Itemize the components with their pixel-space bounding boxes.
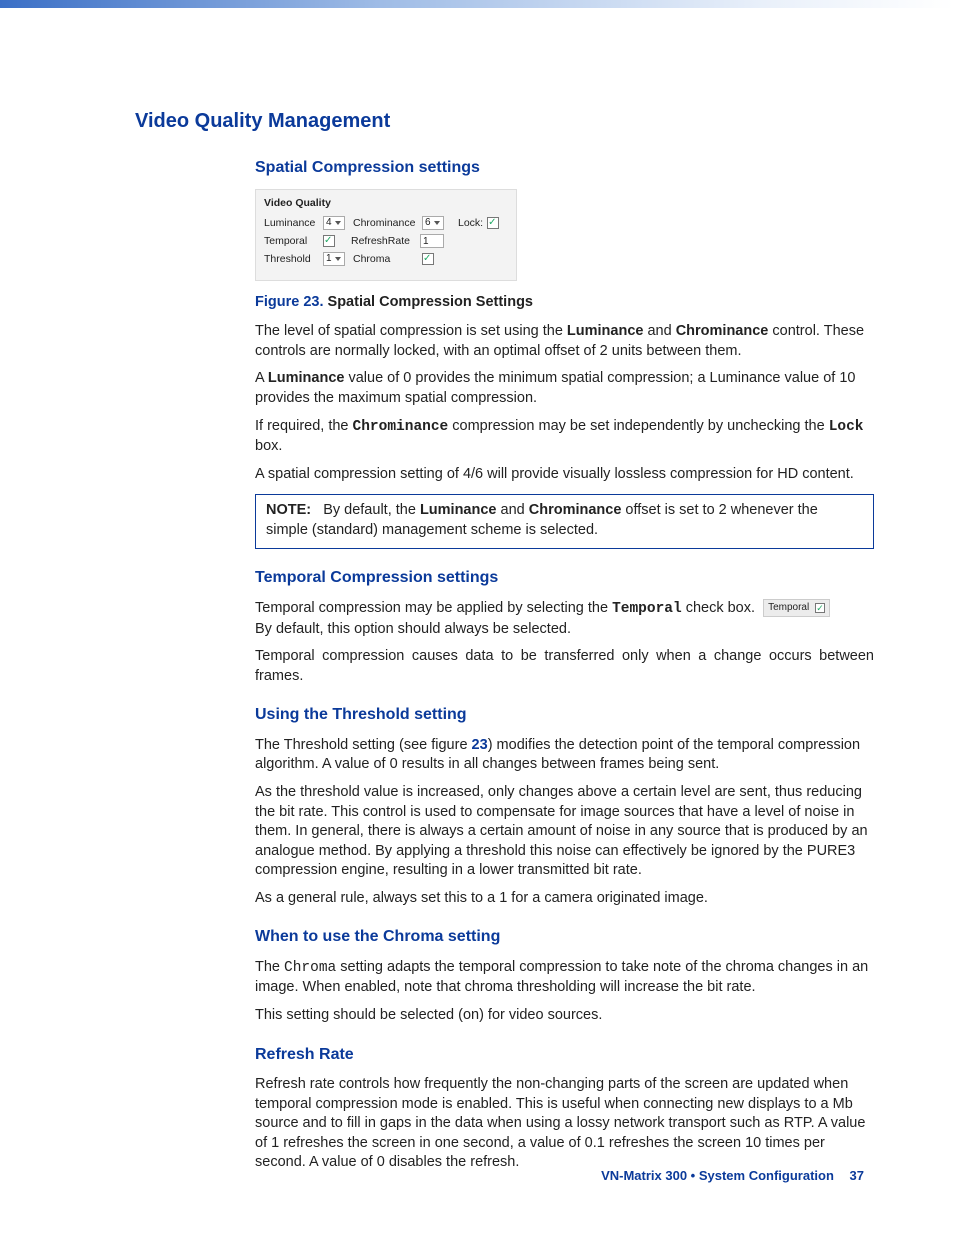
section-heading-refresh: Refresh Rate [255, 1044, 874, 1066]
video-quality-panel: Video Quality Luminance 4 Chrominance 6 … [255, 189, 517, 281]
threshold-select[interactable]: 1 [323, 252, 345, 266]
body-text: As a general rule, always set this to a … [255, 889, 874, 909]
lock-checkbox[interactable] [487, 217, 499, 229]
threshold-label: Threshold [264, 252, 319, 266]
top-accent-bar [0, 0, 954, 8]
section-heading-chroma: When to use the Chroma setting [255, 926, 874, 948]
chrominance-label: Chrominance [353, 216, 418, 230]
chroma-label: Chroma [353, 252, 418, 266]
body-text: This setting should be selected (on) for… [255, 1006, 874, 1026]
page-footer: VN-Matrix 300 • System Configuration 37 [601, 1167, 864, 1185]
page-title: Video Quality Management [135, 108, 874, 135]
lock-label: Lock: [458, 216, 483, 230]
temporal-chip-checkbox [815, 603, 825, 613]
chrominance-select[interactable]: 6 [422, 216, 444, 230]
chevron-down-icon [335, 221, 341, 225]
body-text: Temporal compression may be applied by s… [255, 599, 874, 639]
figure-link[interactable]: 23 [472, 737, 488, 753]
note-box: NOTE: By default, the Luminance and Chro… [255, 494, 874, 549]
page-number: 37 [850, 1168, 864, 1183]
section-heading-temporal: Temporal Compression settings [255, 567, 874, 589]
luminance-label: Luminance [264, 216, 319, 230]
panel-title: Video Quality [264, 196, 508, 210]
chevron-down-icon [335, 257, 341, 261]
body-text: If required, the Chrominance compression… [255, 417, 874, 457]
temporal-checkbox[interactable] [323, 235, 335, 247]
luminance-select[interactable]: 4 [323, 216, 345, 230]
body-text: A Luminance value of 0 provides the mini… [255, 369, 874, 408]
section-heading-threshold: Using the Threshold setting [255, 704, 874, 726]
body-text: The Chroma setting adapts the temporal c… [255, 958, 874, 998]
chevron-down-icon [434, 221, 440, 225]
body-text: The level of spatial compression is set … [255, 322, 874, 361]
chroma-checkbox[interactable] [422, 253, 434, 265]
footer-text: VN-Matrix 300 • System Configuration [601, 1168, 834, 1183]
refreshrate-input[interactable]: 1 [420, 234, 444, 248]
temporal-chip: Temporal [763, 599, 830, 617]
note-label: NOTE: [266, 502, 311, 518]
body-text: Temporal compression causes data to be t… [255, 647, 874, 686]
section-heading-spatial: Spatial Compression settings [255, 157, 874, 179]
body-text: Refresh rate controls how frequently the… [255, 1075, 874, 1173]
body-text: A spatial compression setting of 4/6 wil… [255, 465, 874, 485]
refreshrate-label: RefreshRate [351, 234, 416, 248]
temporal-label: Temporal [264, 234, 319, 248]
body-text: As the threshold value is increased, onl… [255, 783, 874, 881]
body-text: The Threshold setting (see figure 23) mo… [255, 736, 874, 775]
figure-caption: Figure 23. Spatial Compression Settings [255, 293, 874, 313]
